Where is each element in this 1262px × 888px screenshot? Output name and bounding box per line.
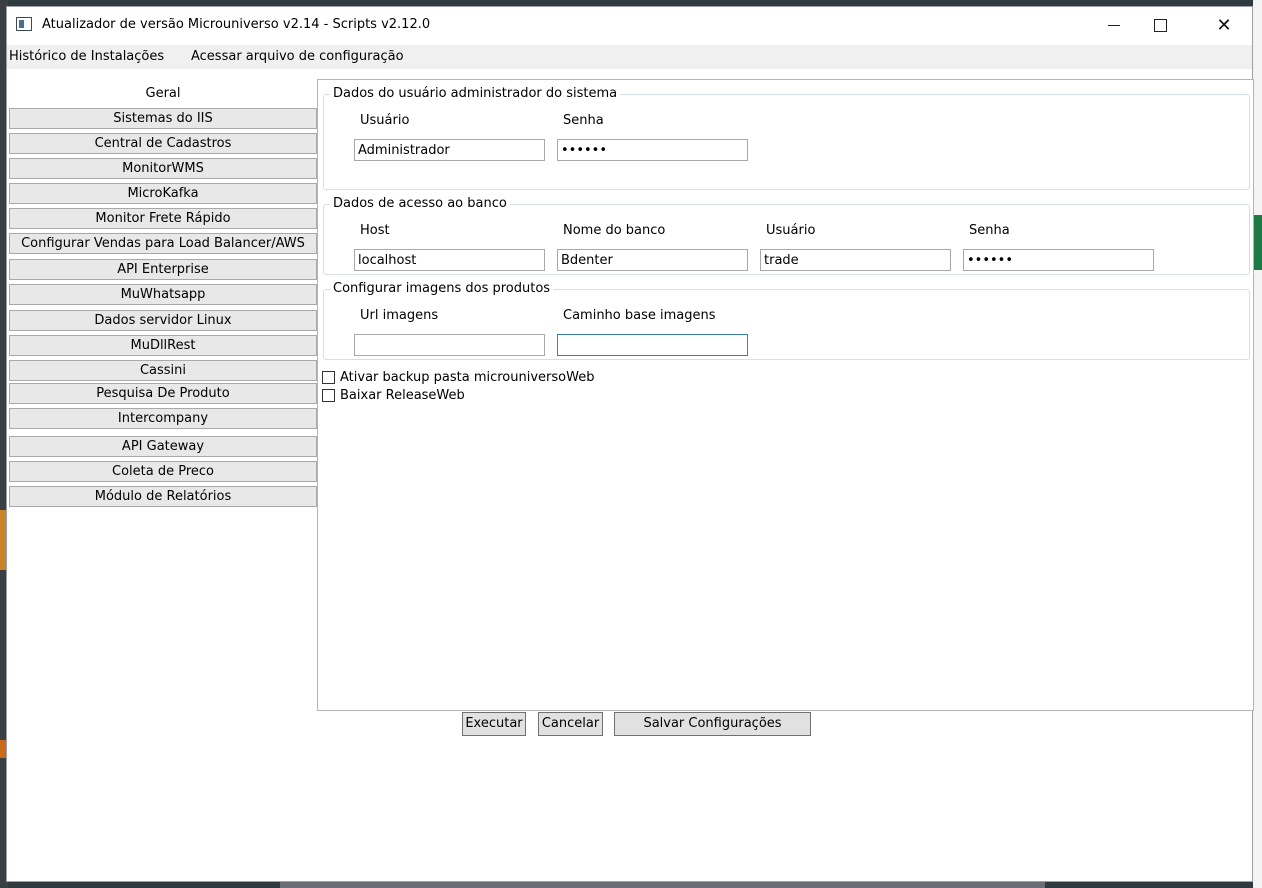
tab-monitor-wms[interactable]: MonitorWMS [9, 158, 317, 179]
tab-dados-servidor-linux[interactable]: Dados servidor Linux [9, 310, 317, 331]
db-access-group: Dados de acesso ao banco Host Nome do ba… [323, 196, 1250, 275]
app-window: Atualizador de versão Microuniverso v2.1… [6, 6, 1254, 882]
download-releaseweb-checkbox[interactable] [322, 389, 335, 402]
tab-mudllrest[interactable]: MuDllRest [9, 335, 317, 356]
tab-content-geral: Dados do usuário administrador do sistem… [317, 79, 1254, 711]
cancel-button[interactable]: Cancelar [538, 712, 603, 736]
close-icon: ✕ [1216, 14, 1232, 36]
download-releaseweb-checkbox-row[interactable]: Baixar ReleaseWeb [322, 388, 465, 403]
admin-password-field[interactable] [557, 139, 748, 161]
images-url-field[interactable] [354, 334, 545, 356]
menu-bar: Histórico de Instalações Acessar arquivo… [7, 45, 1252, 69]
backup-web-checkbox[interactable] [322, 371, 335, 384]
tab-microkafka[interactable]: MicroKafka [9, 183, 317, 204]
tab-api-enterprise[interactable]: API Enterprise [9, 259, 317, 280]
tab-cassini[interactable]: Cassini [9, 360, 317, 381]
minimize-icon [1108, 24, 1120, 26]
menu-item-installation-history[interactable]: Histórico de Instalações [9, 49, 164, 64]
tab-geral[interactable]: Geral [9, 83, 317, 104]
close-button[interactable]: ✕ [1201, 7, 1247, 43]
save-settings-button[interactable]: Salvar Configurações [614, 712, 811, 736]
db-password-label: Senha [969, 223, 1010, 238]
backup-web-checkbox-label: Ativar backup pasta microuniversoWeb [340, 370, 595, 385]
title-bar[interactable]: Atualizador de versão Microuniverso v2.1… [7, 7, 1252, 44]
desktop-taskbar-edge [280, 882, 1045, 888]
tab-api-gateway[interactable]: API Gateway [9, 436, 317, 457]
backup-web-checkbox-row[interactable]: Ativar backup pasta microuniversoWeb [322, 370, 594, 385]
execute-button[interactable]: Executar [462, 712, 526, 736]
db-name-label: Nome do banco [563, 223, 666, 238]
db-password-field[interactable] [963, 249, 1154, 271]
tab-intercompany[interactable]: Intercompany [9, 408, 317, 429]
images-url-label: Url imagens [360, 308, 439, 323]
window-title: Atualizador de versão Microuniverso v2.1… [42, 17, 431, 32]
tab-muwhatsapp[interactable]: MuWhatsapp [9, 284, 317, 305]
maximize-button[interactable] [1137, 7, 1183, 43]
db-host-label: Host [360, 223, 390, 238]
tab-sistemas-iis[interactable]: Sistemas do IIS [9, 108, 317, 129]
admin-password-label: Senha [563, 113, 604, 128]
tab-load-balancer-aws[interactable]: Configurar Vendas para Load Balancer/AWS [9, 233, 317, 254]
db-group-title: Dados de acesso ao banco [330, 196, 510, 212]
maximize-icon [1153, 18, 1167, 32]
tab-monitor-frete-rapido[interactable]: Monitor Frete Rápido [9, 208, 317, 229]
admin-user-label: Usuário [360, 113, 410, 128]
db-user-field[interactable] [760, 249, 951, 271]
download-releaseweb-checkbox-label: Baixar ReleaseWeb [340, 388, 465, 403]
minimize-button[interactable] [1091, 7, 1137, 43]
tab-central-cadastros[interactable]: Central de Cadastros [9, 133, 317, 154]
images-path-label: Caminho base imagens [563, 308, 716, 323]
tab-coleta-preco[interactable]: Coleta de Preco [9, 461, 317, 482]
menu-item-open-config-file[interactable]: Acessar arquivo de configuração [191, 49, 404, 64]
db-user-label: Usuário [766, 223, 816, 238]
db-host-field[interactable] [354, 249, 545, 271]
images-path-field[interactable] [557, 334, 748, 356]
app-icon [16, 17, 32, 31]
tab-pesquisa-produto[interactable]: Pesquisa De Produto [9, 383, 317, 404]
db-name-field[interactable] [557, 249, 748, 271]
admin-group-title: Dados do usuário administrador do sistem… [330, 86, 621, 102]
tab-modulo-relatorios[interactable]: Módulo de Relatórios [9, 486, 317, 507]
images-group-title: Configurar imagens dos produtos [330, 281, 554, 297]
admin-user-group: Dados do usuário administrador do sistem… [323, 86, 1250, 190]
admin-user-field[interactable] [354, 139, 545, 161]
desktop-backdrop-accent [1253, 215, 1262, 270]
product-images-group: Configurar imagens dos produtos Url imag… [323, 281, 1250, 360]
desktop-backdrop-right [1253, 0, 1262, 888]
